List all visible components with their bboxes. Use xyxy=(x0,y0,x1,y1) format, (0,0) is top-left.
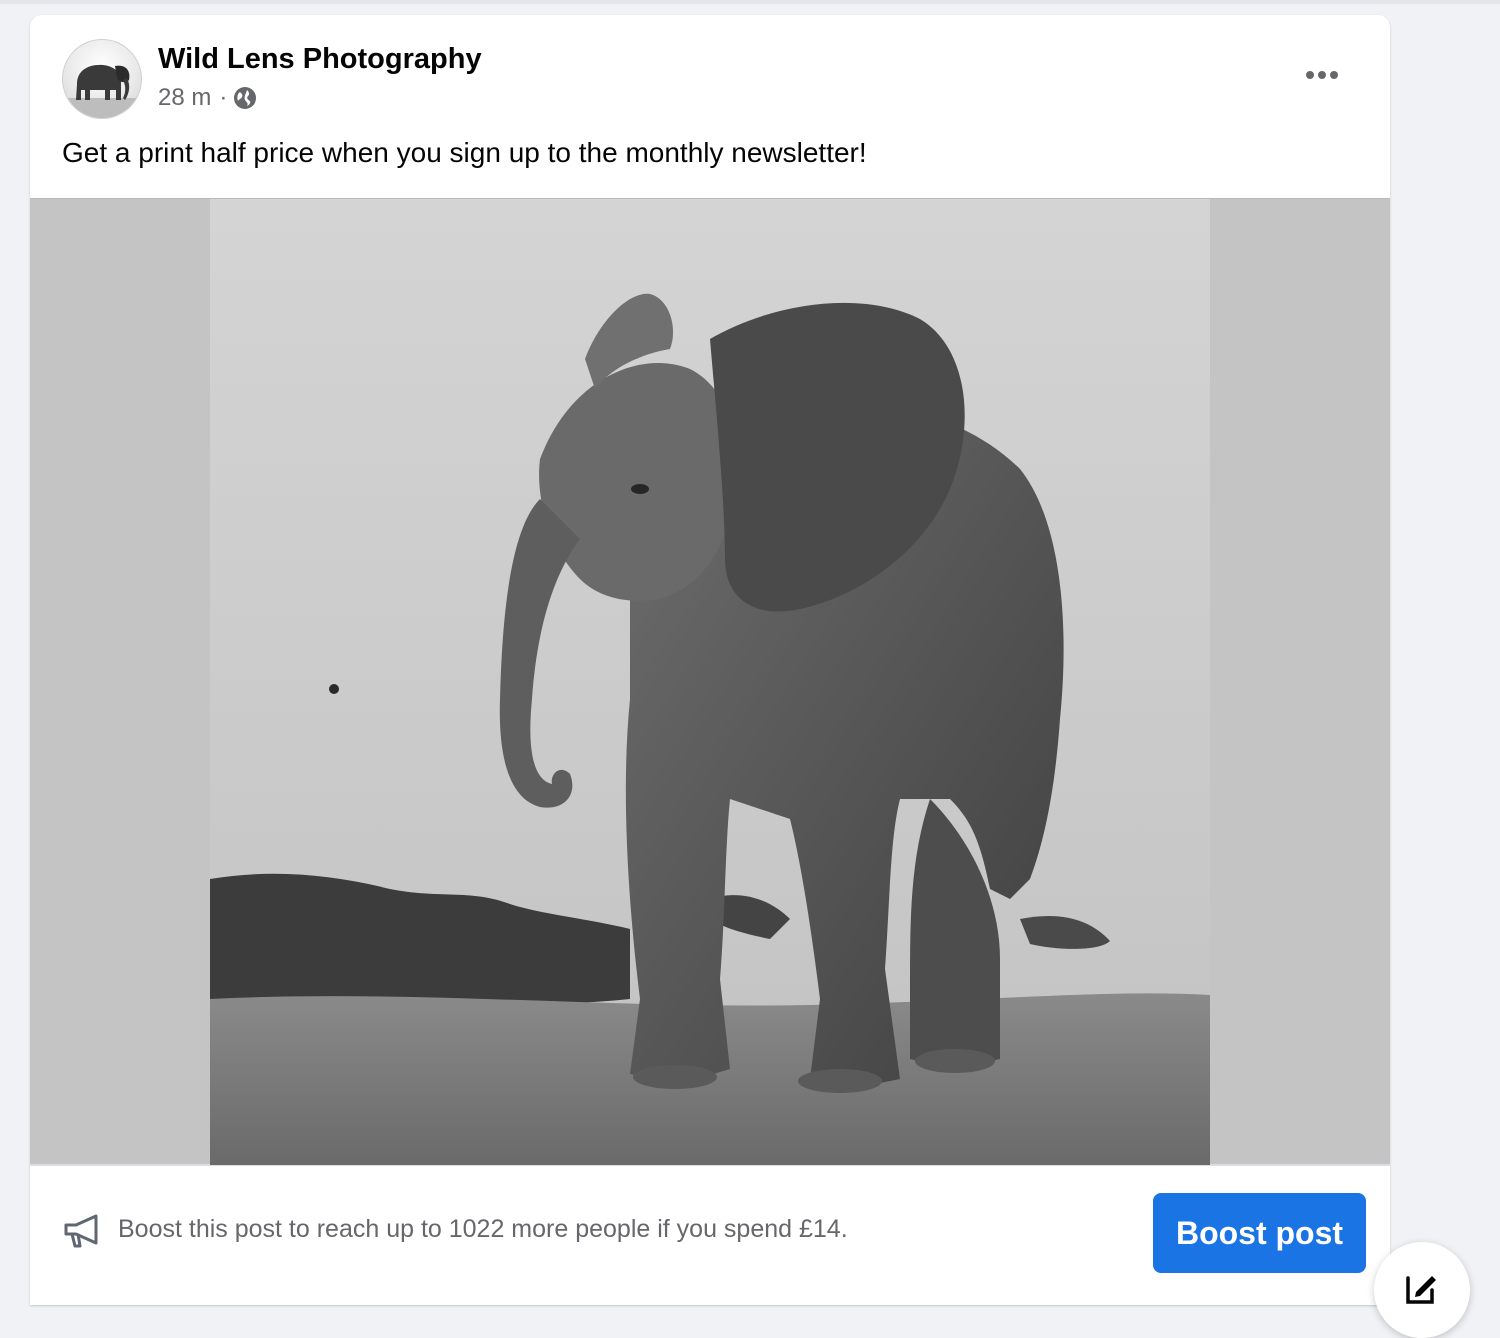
post-card: Wild Lens Photography 28 m · Get a print… xyxy=(30,15,1390,1305)
post-media[interactable] xyxy=(30,198,1390,1166)
post-timestamp[interactable]: 28 m xyxy=(158,84,211,112)
megaphone-icon xyxy=(64,1214,98,1248)
post-options-button[interactable] xyxy=(1298,55,1346,95)
compose-icon xyxy=(1406,1276,1436,1304)
compose-button[interactable] xyxy=(1374,1242,1470,1338)
post-meta: 28 m · xyxy=(158,83,257,113)
boost-post-button[interactable]: Boost post xyxy=(1153,1193,1366,1273)
page-avatar[interactable] xyxy=(62,39,142,119)
post-header: Wild Lens Photography 28 m · Get a print… xyxy=(30,15,1390,197)
elephant-avatar-image xyxy=(63,64,141,118)
boost-footer: Boost this post to reach up to 1022 more… xyxy=(30,1168,1390,1305)
page-name[interactable]: Wild Lens Photography xyxy=(158,43,482,76)
top-divider xyxy=(0,0,1500,4)
boost-prompt: Boost this post to reach up to 1022 more… xyxy=(118,1215,848,1243)
post-text: Get a print half price when you sign up … xyxy=(62,137,867,168)
meta-separator: · xyxy=(219,84,228,111)
more-horizontal-icon xyxy=(1306,71,1338,79)
elephant-photo[interactable] xyxy=(210,199,1210,1165)
globe-icon[interactable] xyxy=(233,86,257,110)
